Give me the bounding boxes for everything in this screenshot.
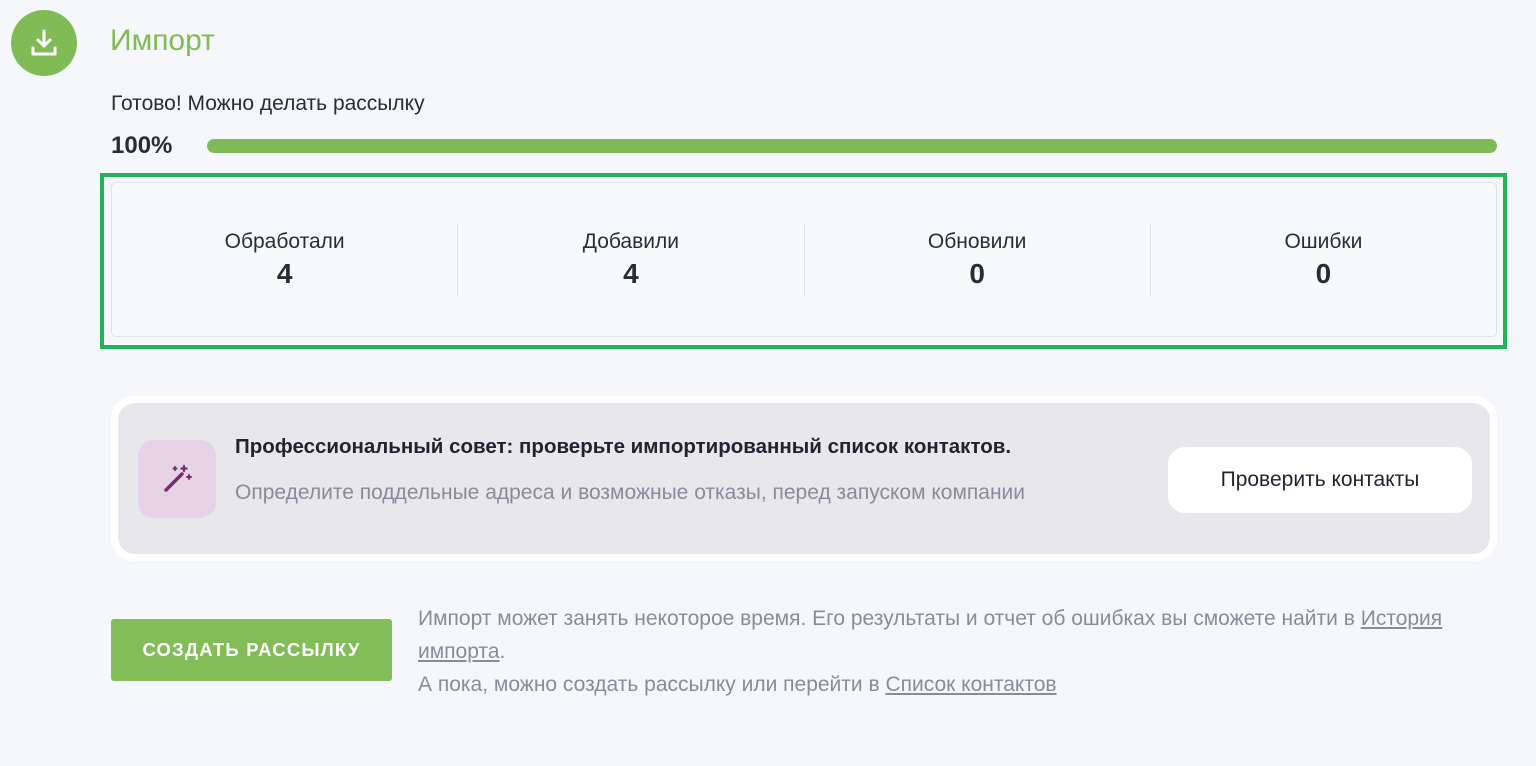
status-message: Готово! Можно делать рассылку	[111, 92, 425, 115]
check-contacts-button[interactable]: Проверить контакты	[1168, 447, 1472, 513]
magic-wand-icon	[138, 440, 216, 518]
pro-tip-description: Определите поддельные адреса и возможные…	[235, 481, 1026, 504]
progress-bar	[207, 139, 1497, 153]
import-info-text: Импорт может занять некоторое время. Его…	[418, 602, 1518, 701]
info-line2: А пока, можно создать рассылку или перей…	[418, 673, 886, 696]
stat-label: Добавили	[582, 229, 679, 253]
stat-value: 0	[969, 257, 985, 289]
pro-tip-title: Профессиональный совет: проверьте импорт…	[235, 435, 1012, 458]
stat-value: 4	[276, 257, 293, 289]
stat-value: 0	[1315, 257, 1332, 289]
stat-label: Ошибки	[1284, 229, 1363, 253]
create-campaign-button[interactable]: СОЗДАТЬ РАССЫЛКУ	[111, 619, 392, 681]
stats-card: Обработали 4 Добавили 4 Обновили 0 Ошибк…	[111, 182, 1497, 337]
progress-fill	[207, 139, 1497, 153]
stat-updated: Обновили 0	[805, 222, 1151, 297]
progress-percent: 100%	[111, 132, 173, 159]
stat-errors: Ошибки 0	[1151, 223, 1496, 297]
stat-added: Добавили 4	[458, 222, 805, 297]
contact-list-link[interactable]: Список контактов	[885, 673, 1056, 696]
info-line1-end: .	[499, 640, 506, 663]
import-page: Импорт Готово! Можно делать рассылку 100…	[0, 0, 1536, 766]
stat-label: Обработали	[224, 229, 345, 253]
stat-label: Обновили	[927, 229, 1027, 253]
page-title: Импорт	[110, 24, 215, 57]
download-icon	[11, 10, 77, 76]
stat-value: 4	[623, 257, 639, 289]
pro-tip-inner: Профессиональный совет: проверьте импорт…	[118, 403, 1490, 554]
stat-processed: Обработали 4	[112, 222, 459, 297]
pro-tip-card: Профессиональный совет: проверьте импорт…	[111, 396, 1497, 561]
info-line1: Импорт может занять некоторое время. Его…	[418, 607, 1361, 630]
